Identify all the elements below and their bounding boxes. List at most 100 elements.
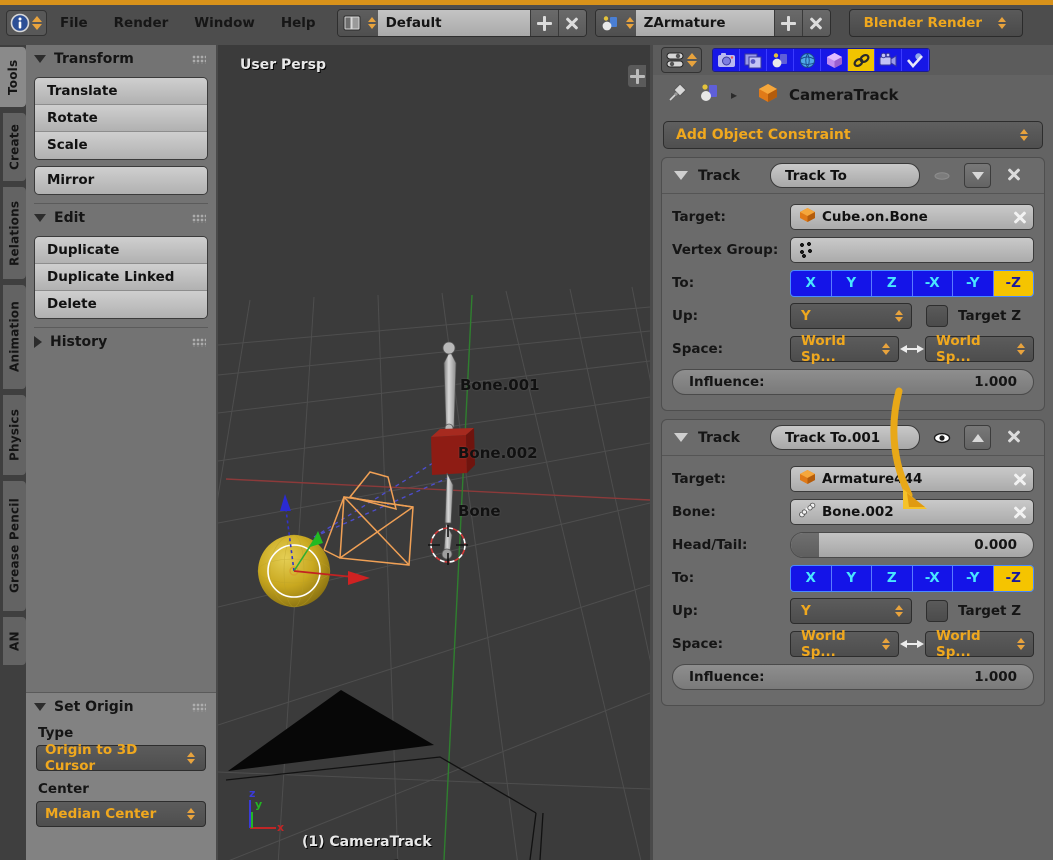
editor-type-spinner[interactable] — [32, 16, 42, 30]
to-axis-neg-y[interactable]: -Y — [953, 270, 994, 296]
chevron-down-icon[interactable] — [674, 433, 688, 442]
origin-type-dropdown[interactable]: Origin to 3D Cursor — [36, 742, 206, 774]
to-axis-x[interactable]: X — [791, 565, 832, 591]
target-field[interactable]: Armature444 — [790, 466, 1034, 492]
open-toolbar-tab[interactable] — [628, 65, 646, 87]
eye-open-icon[interactable] — [930, 431, 954, 445]
to-axis-neg-x[interactable]: -X — [912, 270, 953, 296]
head-tail-slider[interactable]: 0.000 — [790, 532, 1034, 558]
add-screen-layout-button[interactable] — [529, 10, 558, 36]
render-tab[interactable] — [713, 49, 740, 71]
set-origin-header[interactable]: Set Origin — [26, 693, 216, 721]
bone-field[interactable]: Bone.002 — [790, 499, 1034, 525]
to-axis-y[interactable]: Y — [831, 270, 872, 296]
sidebar-item-tools[interactable]: Tools — [0, 47, 26, 107]
sidebar-item-create[interactable]: Create — [3, 113, 26, 181]
render-layers-tab[interactable] — [740, 49, 767, 71]
close-icon — [809, 16, 824, 31]
scene-spinner[interactable] — [623, 10, 636, 36]
modifiers-tab[interactable] — [902, 49, 929, 71]
scene-selector[interactable]: ZArmature — [594, 9, 831, 37]
edit-panel-header[interactable]: Edit — [26, 204, 216, 232]
sidebar-item-animation[interactable]: Animation — [3, 285, 26, 389]
screen-layout-name[interactable]: Default — [377, 10, 530, 36]
properties-editor-type-button[interactable] — [661, 47, 702, 73]
to-axis-neg-z[interactable]: -Z — [993, 270, 1033, 296]
sidebar-item-physics[interactable]: Physics — [3, 395, 26, 475]
clear-target-icon[interactable] — [1012, 472, 1027, 487]
screen-layout-spinner[interactable] — [365, 10, 378, 36]
constraints-tab[interactable] — [848, 49, 875, 71]
menu-render[interactable]: Render — [101, 8, 182, 38]
pin-icon[interactable] — [665, 81, 689, 109]
bone-row: Bone: Bone.002 — [672, 497, 1034, 527]
center-dropdown[interactable]: Median Center — [36, 801, 206, 827]
transform-panel-header[interactable]: Transform — [26, 45, 216, 73]
scene-name[interactable]: ZArmature — [635, 10, 774, 36]
target-z-checkbox[interactable] — [926, 600, 948, 622]
space-row: Space: World Sp... World Sp... — [672, 333, 1034, 365]
to-axis-x[interactable]: X — [791, 270, 832, 296]
to-axis-neg-y[interactable]: -Y — [953, 565, 994, 591]
delete-scene-button[interactable] — [801, 10, 830, 36]
owner-space-dropdown[interactable]: World Sp... — [790, 333, 899, 365]
target-space-dropdown[interactable]: World Sp... — [925, 628, 1034, 660]
constraint-name-input[interactable]: Track To.001 — [770, 425, 920, 450]
editor-type-spinner[interactable] — [687, 53, 697, 67]
target-field[interactable]: Cube.on.Bone — [790, 204, 1034, 230]
object-data-tab[interactable] — [875, 49, 902, 71]
eye-closed-icon[interactable] — [930, 169, 954, 183]
delete-button[interactable]: Delete — [35, 291, 207, 318]
to-axis-neg-z[interactable]: -Z — [993, 565, 1033, 591]
menu-help[interactable]: Help — [268, 8, 329, 38]
move-constraint-up-button[interactable] — [964, 425, 991, 450]
sidebar-item-grease-pencil[interactable]: Grease Pencil — [3, 481, 26, 611]
scale-button[interactable]: Scale — [35, 132, 207, 159]
to-axis-z[interactable]: Z — [872, 565, 913, 591]
scene-icon[interactable] — [595, 10, 624, 36]
screen-layout-icon[interactable] — [337, 10, 366, 36]
constraint-name-input[interactable]: Track To — [770, 163, 920, 188]
move-constraint-down-button[interactable] — [964, 163, 991, 188]
scene-icon[interactable] — [699, 83, 721, 107]
sidebar-item-an[interactable]: AN — [3, 617, 26, 665]
delete-screen-layout-button[interactable] — [557, 10, 586, 36]
clear-bone-icon[interactable] — [1012, 505, 1027, 520]
scene-tab[interactable] — [767, 49, 794, 71]
to-axis-y[interactable]: Y — [831, 565, 872, 591]
3d-viewport[interactable]: User Persp Bone.001 Bone.002 Bone z y x … — [218, 45, 650, 860]
influence-slider[interactable]: Influence: 1.000 — [672, 664, 1034, 690]
vertex-group-field[interactable] — [790, 237, 1034, 263]
history-panel-header[interactable]: History — [26, 328, 216, 356]
translate-button[interactable]: Translate — [35, 78, 207, 105]
to-axis-neg-x[interactable]: -X — [912, 565, 953, 591]
constraint-header[interactable]: Track Track To — [662, 158, 1044, 194]
render-engine-selector[interactable]: Blender Render — [848, 9, 1024, 37]
mirror-button[interactable]: Mirror — [35, 167, 207, 194]
influence-slider[interactable]: Influence: 1.000 — [672, 369, 1034, 395]
owner-space-dropdown[interactable]: World Sp... — [790, 628, 899, 660]
up-axis-dropdown[interactable]: Y — [790, 598, 912, 624]
sidebar-item-relations[interactable]: Relations — [3, 187, 26, 279]
menu-file[interactable]: File — [47, 8, 101, 38]
constraint-header[interactable]: Track Track To.001 — [662, 420, 1044, 456]
chevron-down-icon[interactable] — [674, 171, 688, 180]
target-space-dropdown[interactable]: World Sp... — [925, 333, 1034, 365]
add-object-constraint-button[interactable]: Add Object Constraint — [663, 121, 1043, 149]
add-scene-button[interactable] — [773, 10, 802, 36]
duplicate-linked-button[interactable]: Duplicate Linked — [35, 264, 207, 291]
delete-constraint-button[interactable] — [1001, 429, 1027, 447]
delete-constraint-button[interactable] — [1001, 167, 1027, 185]
up-axis-dropdown[interactable]: Y — [790, 303, 912, 329]
rotate-button[interactable]: Rotate — [35, 105, 207, 132]
screen-layout-selector[interactable]: Default — [336, 9, 587, 37]
clear-target-icon[interactable] — [1012, 210, 1027, 225]
menu-window[interactable]: Window — [181, 8, 268, 38]
target-z-checkbox[interactable] — [926, 305, 948, 327]
duplicate-button[interactable]: Duplicate — [35, 237, 207, 264]
world-tab[interactable] — [794, 49, 821, 71]
object-tab[interactable] — [821, 49, 848, 71]
info-editor-type-button[interactable] — [6, 10, 47, 36]
to-axis-z[interactable]: Z — [872, 270, 913, 296]
vertex-group-label: Vertex Group: — [672, 242, 779, 258]
